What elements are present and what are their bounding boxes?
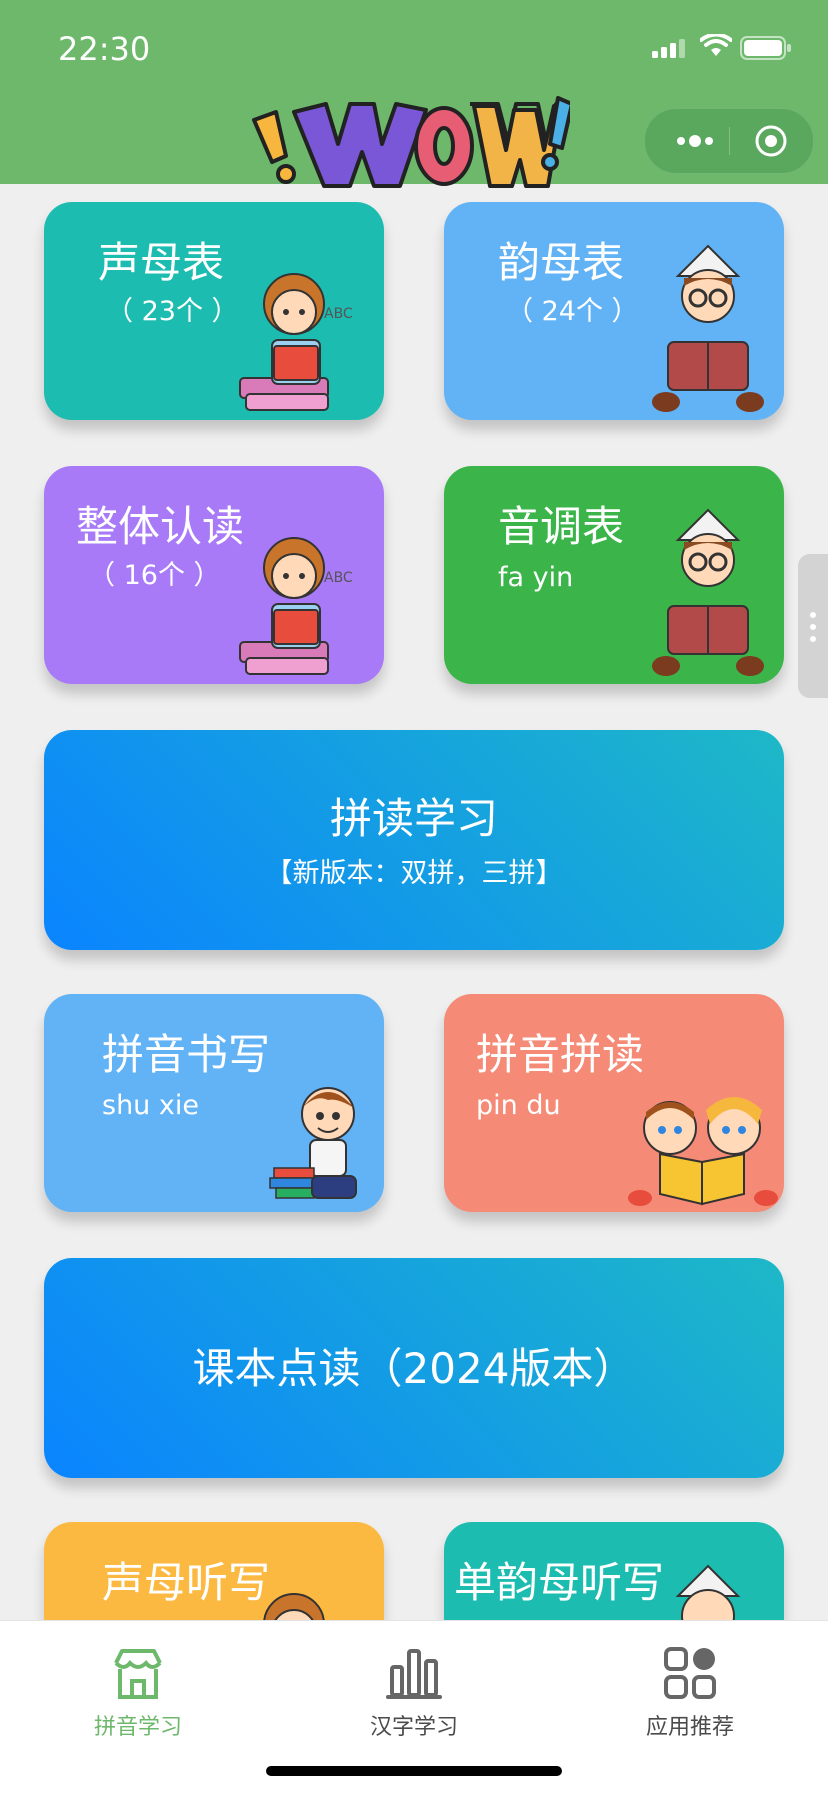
capsule-divider <box>729 127 730 155</box>
mini-program-capsule <box>644 108 814 174</box>
card-title: 拼读学习 <box>329 794 498 843</box>
tab-label: 应用推荐 <box>645 1715 734 1740</box>
boy-reading-illustration <box>652 244 764 412</box>
top-bar: 22:30 <box>0 0 828 188</box>
status-time: 22:30 <box>58 30 151 68</box>
card-subtitle: shu xie <box>102 1090 199 1121</box>
card-title: 课本点读（2024版本） <box>192 1344 636 1393</box>
boy-reading-illustration <box>652 508 764 676</box>
card-title: 韵母表 <box>498 238 625 287</box>
card-title: 拼音拼读 <box>476 1030 645 1079</box>
girl-reading-illustration: ABC <box>239 537 353 675</box>
card-tone-table[interactable]: 音调表 fa yin <box>444 466 784 684</box>
girl-reading-illustration <box>263 1593 325 1620</box>
card-subtitle: （ 24个 ） <box>506 296 639 327</box>
home-indicator <box>266 1766 562 1776</box>
card-title: 整体认读 <box>76 502 245 551</box>
svg-text:ABC: ABC <box>324 570 353 586</box>
tab-hanzi-study[interactable]: 汉字学习 <box>276 1629 552 1749</box>
card-subtitle: （ 23个 ） <box>106 296 239 327</box>
card-single-yunmu-dictation[interactable]: 单韵母听写 <box>444 1522 784 1620</box>
card-textbook-reading[interactable]: 课本点读（2024版本） <box>44 1258 784 1478</box>
house-icon <box>114 1649 162 1699</box>
card-title: 单韵母听写 <box>454 1558 665 1607</box>
card-pinyin-pindu[interactable]: 拼音拼读 pin du <box>444 994 784 1212</box>
tab-label: 拼音学习 <box>93 1715 182 1740</box>
boy-reading-illustration <box>675 1564 741 1620</box>
card-title: 声母表 <box>98 238 225 287</box>
more-icon[interactable] <box>675 124 715 158</box>
card-whole-reading[interactable]: 整体认读 （ 16个 ） ABC <box>44 466 384 684</box>
two-kids-reading-illustration <box>628 1097 778 1206</box>
card-shengmu-table[interactable]: 声母表 （ 23个 ） ABC <box>44 202 384 420</box>
card-title: 音调表 <box>498 502 625 551</box>
card-subtitle: pin du <box>476 1090 561 1121</box>
card-title: 拼音书写 <box>102 1030 271 1079</box>
girl-reading-illustration: ABC <box>239 273 353 411</box>
grid-icon <box>664 1647 716 1699</box>
boy-with-books-illustration <box>269 1087 357 1199</box>
tab-app-recommend[interactable]: 应用推荐 <box>552 1629 828 1749</box>
close-target-icon[interactable] <box>754 124 788 158</box>
card-pinyin-writing[interactable]: 拼音书写 shu xie <box>44 994 384 1212</box>
card-subtitle: 【新版本：双拼，三拼】 <box>265 858 563 889</box>
cellular-signal-icon <box>652 39 685 58</box>
side-float-handle[interactable] <box>798 554 828 698</box>
main-content: 声母表 （ 23个 ） ABC 韵母表 （ 24个 ） 整体认读 （ 16个 ）… <box>0 184 828 1620</box>
battery-icon <box>740 36 791 60</box>
tab-label: 汉字学习 <box>369 1715 458 1740</box>
card-subtitle: fa yin <box>498 562 574 593</box>
wifi-icon <box>700 34 732 56</box>
card-subtitle: （ 16个 ） <box>88 560 221 591</box>
card-shengmu-dictation[interactable]: 声母听写 <box>44 1522 384 1620</box>
bar-chart-icon <box>386 1649 442 1699</box>
svg-text:ABC: ABC <box>324 306 353 322</box>
card-pindu-study[interactable]: 拼读学习 【新版本：双拼，三拼】 <box>44 730 784 950</box>
tab-pinyin-study[interactable]: 拼音学习 <box>0 1629 276 1749</box>
card-yunmu-table[interactable]: 韵母表 （ 24个 ） <box>444 202 784 420</box>
